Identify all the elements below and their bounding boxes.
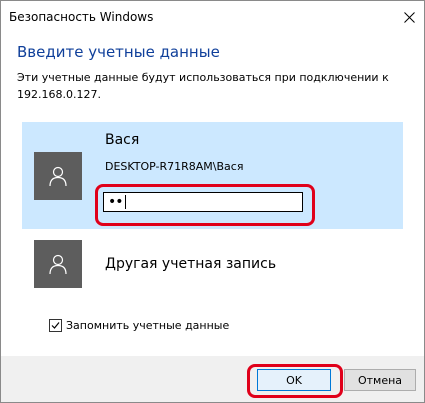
close-icon xyxy=(403,11,415,23)
password-mask: •• xyxy=(108,194,123,210)
dialog-description: Эти учетные данные будут использоваться … xyxy=(17,71,389,101)
password-input[interactable]: •• xyxy=(103,192,303,212)
dialog-heading: Введите учетные данные xyxy=(17,43,220,61)
account-name: Вася xyxy=(105,132,140,148)
user-icon xyxy=(49,166,67,187)
title-bar: Безопасность Windows xyxy=(1,1,424,33)
account-tile-vasya[interactable]: Вася DESKTOP-R71R8AM\Вася •• xyxy=(22,122,403,229)
user-avatar xyxy=(34,240,82,288)
user-avatar xyxy=(34,152,82,200)
checkmark-icon xyxy=(51,322,60,329)
remember-credentials-option[interactable]: Запомнить учетные данные xyxy=(49,319,229,332)
account-domain: DESKTOP-R71R8AM\Вася xyxy=(105,160,244,173)
credentials-dialog: Безопасность Windows Введите учетные дан… xyxy=(0,0,425,403)
remember-checkbox[interactable] xyxy=(49,319,62,332)
user-icon xyxy=(49,254,67,275)
cancel-button[interactable]: Отмена xyxy=(344,369,416,391)
account-tile-other[interactable]: Другая учетная запись xyxy=(22,232,403,300)
close-button[interactable] xyxy=(394,1,424,33)
window-title: Безопасность Windows xyxy=(9,10,154,24)
ok-button[interactable]: OK xyxy=(257,369,331,391)
remember-label: Запомнить учетные данные xyxy=(66,319,230,332)
text-caret xyxy=(124,195,126,209)
other-account-label: Другая учетная запись xyxy=(105,256,277,272)
button-bar: OK Отмена xyxy=(1,356,424,402)
